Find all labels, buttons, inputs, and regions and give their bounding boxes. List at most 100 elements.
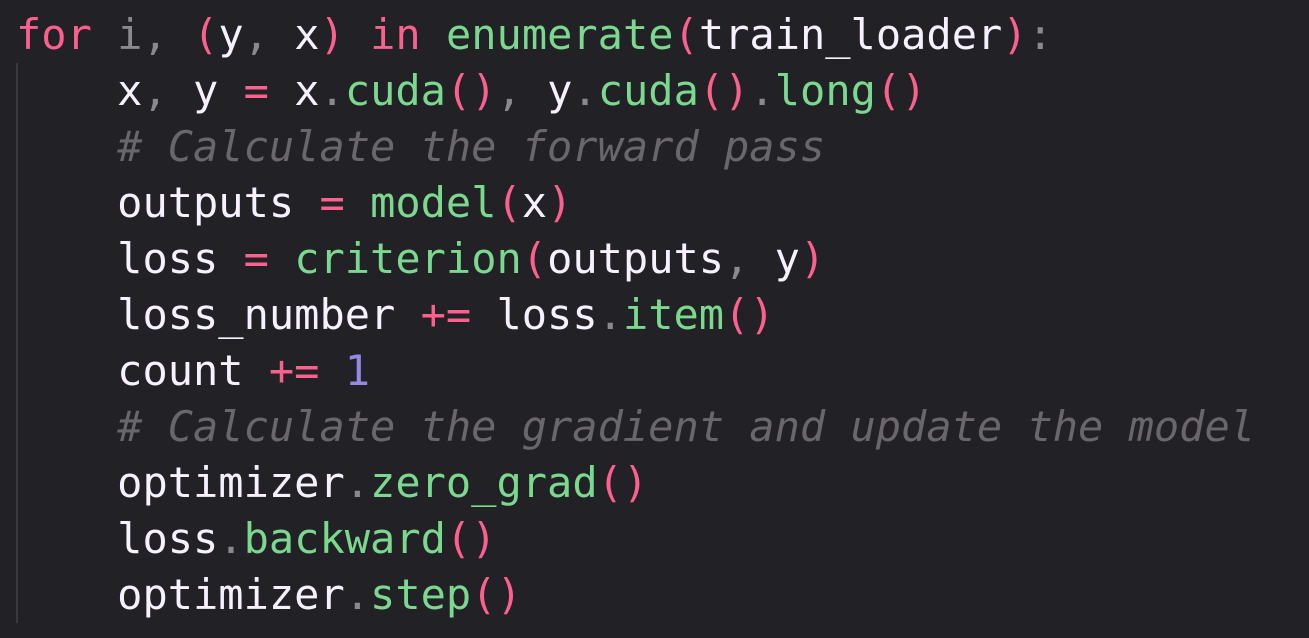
code-token: in (370, 10, 421, 59)
code-token: . (319, 66, 345, 115)
code-line-5[interactable]: loss = criterion(outputs, y) (16, 231, 825, 287)
code-token: step (370, 570, 472, 619)
code-token: y (774, 234, 800, 283)
code-token: x (521, 178, 548, 227)
code-token: () (698, 66, 750, 115)
code-token: += (268, 346, 320, 395)
code-line-10[interactable]: loss.backward() (16, 511, 496, 567)
code-editor[interactable]: for i, (y, x) in enumerate(train_loader)… (0, 0, 1309, 638)
code-token: backward (243, 514, 446, 563)
code-line-6[interactable]: loss_number += loss.item() (16, 287, 775, 343)
code-token: ( (521, 234, 548, 283)
code-token: x (294, 10, 320, 59)
code-token: () (875, 66, 927, 115)
code-token: ) (799, 234, 826, 283)
code-token: ) (319, 10, 345, 59)
code-token: () (445, 514, 497, 563)
code-token: long (774, 66, 876, 115)
code-comment: # Calculate the forward pass (117, 122, 826, 171)
code-token: . (749, 66, 775, 115)
code-token: . (344, 458, 371, 507)
code-token: zero_grad (370, 458, 598, 507)
code-token: criterion (294, 234, 522, 283)
code-token: y (547, 66, 573, 115)
code-token: . (218, 514, 244, 563)
code-token: ( (496, 178, 522, 227)
code-token: , (496, 66, 548, 115)
code-token: ) (1002, 10, 1028, 59)
code-token: , (243, 10, 295, 59)
code-token: = (243, 234, 269, 283)
code-token: = (243, 66, 269, 115)
code-line-4[interactable]: outputs = model(x) (16, 175, 572, 231)
code-token: outputs (117, 178, 295, 227)
code-token: outputs (547, 234, 725, 283)
code-token: i (117, 10, 143, 59)
code-token: , (142, 66, 194, 115)
code-token: () (471, 570, 522, 619)
code-token: x (117, 66, 143, 115)
code-token: cuda (344, 66, 446, 115)
code-line-9[interactable]: optimizer.zero_grad() (16, 455, 648, 511)
code-line-2[interactable]: x, y = x.cuda(), y.cuda().long() (16, 63, 926, 119)
code-token: += (420, 290, 472, 339)
code-token: = (319, 178, 345, 227)
code-token: for (16, 10, 92, 59)
code-token: , (142, 10, 194, 59)
code-line-3[interactable]: # Calculate the forward pass (16, 119, 825, 175)
code-token: optimizer (117, 570, 345, 619)
code-line-7[interactable]: count += 1 (16, 343, 370, 399)
code-token: , (724, 234, 775, 283)
code-token: ( (193, 10, 219, 59)
code-token: cuda (597, 66, 699, 115)
code-token: loss (496, 290, 598, 339)
code-token: 1 (344, 346, 371, 395)
code-line-11[interactable]: optimizer.step() (16, 567, 522, 623)
code-token: x (294, 66, 320, 115)
code-token: . (597, 290, 623, 339)
code-line-8[interactable]: # Calculate the gradient and update the … (16, 399, 1255, 455)
code-token: enumerate (445, 10, 674, 59)
code-token: () (597, 458, 649, 507)
code-token: item (622, 290, 725, 339)
code-token: . (344, 570, 371, 619)
code-token: () (724, 290, 775, 339)
code-token: loss (117, 234, 219, 283)
code-token: loss (117, 514, 219, 563)
code-token: train_loader (698, 10, 1003, 59)
code-token: count (117, 346, 244, 395)
code-token: . (572, 66, 598, 115)
code-token: model (370, 178, 497, 227)
code-token: ) (547, 178, 573, 227)
code-token: : (1027, 10, 1053, 59)
code-token: ( (673, 10, 699, 59)
code-token: y (193, 66, 219, 115)
code-token: loss_number (117, 290, 396, 339)
code-line-1[interactable]: for i, (y, x) in enumerate(train_loader)… (16, 7, 1053, 63)
code-token: y (218, 10, 244, 59)
code-comment: # Calculate the gradient and update the … (117, 402, 1256, 451)
